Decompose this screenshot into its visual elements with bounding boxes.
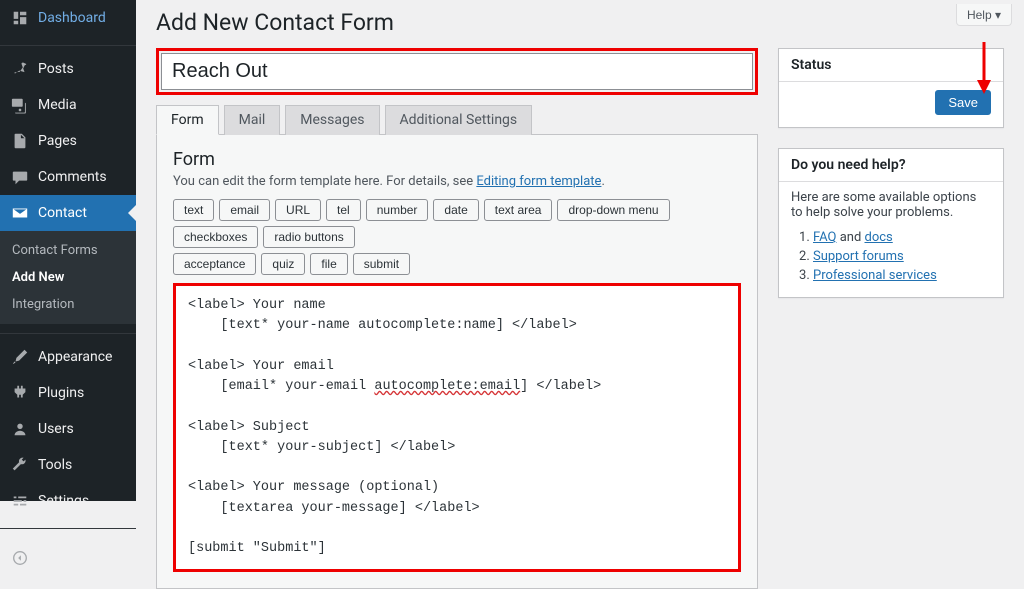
menu-plugins[interactable]: Plugins bbox=[0, 375, 136, 411]
main-content: Help ▾ Add New Contact Form Form Mail Me… bbox=[136, 0, 1024, 501]
menu-label: Media bbox=[38, 97, 77, 113]
plugin-icon bbox=[10, 383, 30, 403]
tag-generator-button[interactable]: text area bbox=[484, 199, 553, 221]
tag-generator-button[interactable]: file bbox=[310, 253, 347, 275]
tab-additional-settings[interactable]: Additional Settings bbox=[385, 105, 533, 135]
help-tab: Help ▾ bbox=[956, 4, 1012, 26]
menu-posts[interactable]: Posts bbox=[0, 51, 136, 87]
help-button[interactable]: Help ▾ bbox=[956, 4, 1012, 26]
form-title-input[interactable] bbox=[161, 53, 753, 90]
comment-icon bbox=[10, 167, 30, 187]
page-title: Add New Contact Form bbox=[156, 0, 1004, 40]
form-panel-heading: Form bbox=[173, 149, 741, 170]
tab-nav: Form Mail Messages Additional Settings bbox=[156, 105, 758, 135]
menu-contact[interactable]: Contact bbox=[0, 195, 136, 231]
menu-separator bbox=[0, 329, 136, 334]
envelope-icon bbox=[10, 203, 30, 223]
faq-link[interactable]: FAQ bbox=[813, 230, 836, 245]
list-item: FAQ and docs bbox=[813, 228, 991, 247]
page-icon bbox=[10, 131, 30, 151]
menu-settings[interactable]: Settings bbox=[0, 483, 136, 519]
support-forums-link[interactable]: Support forums bbox=[813, 249, 904, 264]
form-panel-description: You can edit the form template here. For… bbox=[173, 174, 741, 189]
form-tab-panel: Form You can edit the form template here… bbox=[156, 135, 758, 589]
menu-label: Pages bbox=[38, 133, 77, 149]
contact-submenu: Contact Forms Add New Integration bbox=[0, 231, 136, 324]
menu-label: Plugins bbox=[38, 385, 84, 401]
menu-label: Posts bbox=[38, 61, 74, 77]
tag-generator-button[interactable]: tel bbox=[326, 199, 361, 221]
menu-label: Comments bbox=[38, 169, 107, 185]
tag-generator-button[interactable]: radio buttons bbox=[263, 226, 354, 248]
form-template-editor[interactable]: <label> Your name [text* your-name autoc… bbox=[173, 283, 741, 572]
tab-mail[interactable]: Mail bbox=[224, 105, 281, 135]
user-icon bbox=[10, 419, 30, 439]
admin-sidebar: Dashboard Posts Media Pages Comments Con… bbox=[0, 0, 136, 501]
docs-link[interactable]: docs bbox=[865, 230, 893, 245]
tag-generator-button[interactable]: email bbox=[219, 199, 270, 221]
title-input-highlight bbox=[156, 48, 758, 95]
tag-generator-button[interactable]: URL bbox=[275, 199, 321, 221]
tag-generator-row: textemailURLtelnumberdate text areadrop-d… bbox=[173, 199, 741, 248]
help-box: Do you need help? Here are some availabl… bbox=[778, 148, 1004, 298]
sliders-icon bbox=[10, 491, 30, 511]
list-item: Support forums bbox=[813, 247, 991, 266]
menu-tools[interactable]: Tools bbox=[0, 447, 136, 483]
desc-text: You can edit the form template here. For… bbox=[173, 174, 476, 189]
submenu-add-new[interactable]: Add New bbox=[0, 264, 136, 291]
help-box-desc: Here are some available options to help … bbox=[791, 190, 991, 220]
tag-generator-button[interactable]: text bbox=[173, 199, 214, 221]
collapse-icon bbox=[10, 548, 30, 568]
tag-generator-button[interactable]: submit bbox=[353, 253, 410, 275]
brush-icon bbox=[10, 347, 30, 367]
text: and bbox=[836, 230, 864, 245]
tag-generator-button[interactable]: checkboxes bbox=[173, 226, 258, 248]
menu-label: Dashboard bbox=[38, 10, 106, 26]
dashboard-icon bbox=[10, 8, 30, 28]
status-box: Status Save bbox=[778, 48, 1004, 128]
menu-label: Collapse menu bbox=[38, 542, 128, 574]
menu-separator bbox=[0, 524, 136, 529]
editing-template-link[interactable]: Editing form template bbox=[476, 174, 601, 189]
menu-label: Users bbox=[38, 421, 74, 437]
wrench-icon bbox=[10, 455, 30, 475]
menu-comments[interactable]: Comments bbox=[0, 159, 136, 195]
menu-label: Tools bbox=[38, 457, 72, 473]
tab-messages[interactable]: Messages bbox=[285, 105, 379, 135]
menu-separator bbox=[0, 41, 136, 46]
tag-generator-button[interactable]: acceptance bbox=[173, 253, 256, 275]
submenu-contact-forms[interactable]: Contact Forms bbox=[0, 237, 136, 264]
menu-users[interactable]: Users bbox=[0, 411, 136, 447]
tag-generator-row: acceptancequizfile submit bbox=[173, 253, 741, 275]
tag-generator-button[interactable]: number bbox=[366, 199, 429, 221]
pin-icon bbox=[10, 59, 30, 79]
status-box-title: Status bbox=[779, 49, 1003, 81]
menu-collapse[interactable]: Collapse menu bbox=[0, 534, 136, 582]
menu-dashboard[interactable]: Dashboard bbox=[0, 0, 136, 36]
professional-services-link[interactable]: Professional services bbox=[813, 268, 937, 283]
tag-generator-button[interactable]: drop-down menu bbox=[557, 199, 669, 221]
list-item: Professional services bbox=[813, 266, 991, 285]
tag-generator-button[interactable]: date bbox=[433, 199, 478, 221]
media-icon bbox=[10, 95, 30, 115]
tab-form[interactable]: Form bbox=[156, 105, 219, 135]
tag-generator-button[interactable]: quiz bbox=[261, 253, 305, 275]
menu-media[interactable]: Media bbox=[0, 87, 136, 123]
save-button[interactable]: Save bbox=[935, 90, 991, 115]
menu-label: Contact bbox=[38, 205, 87, 221]
submenu-integration[interactable]: Integration bbox=[0, 291, 136, 318]
help-box-title: Do you need help? bbox=[779, 149, 1003, 181]
menu-label: Settings bbox=[38, 493, 89, 509]
menu-label: Appearance bbox=[38, 349, 112, 365]
menu-pages[interactable]: Pages bbox=[0, 123, 136, 159]
menu-appearance[interactable]: Appearance bbox=[0, 339, 136, 375]
help-options-list: FAQ and docs Support forums Professional… bbox=[791, 228, 991, 285]
